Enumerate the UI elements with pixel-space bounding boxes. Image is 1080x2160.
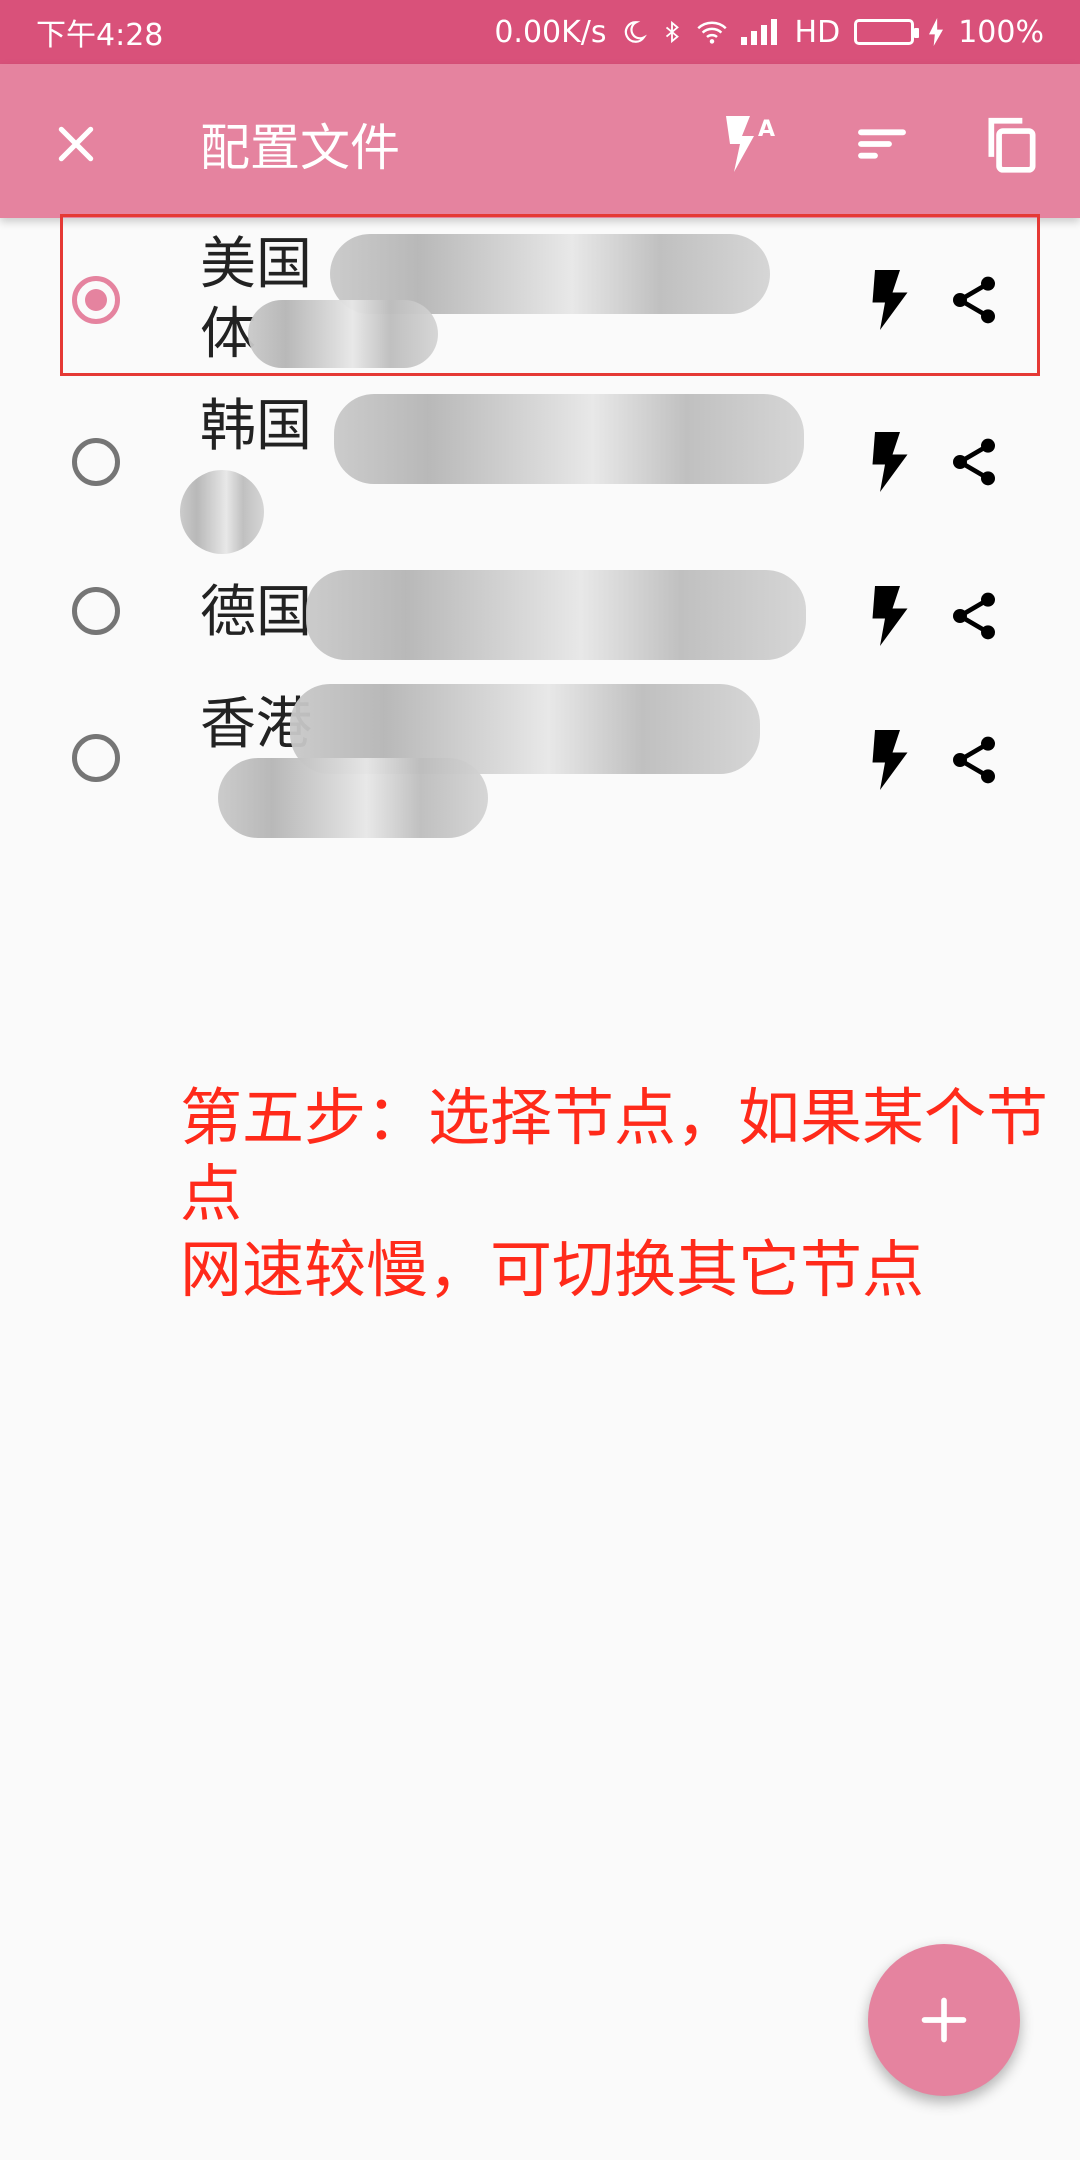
status-time: 下午4:28	[36, 18, 164, 53]
list-item[interactable]: 韩国	[0, 392, 1080, 554]
add-profile-button[interactable]	[868, 1944, 1020, 2096]
highlight-box	[60, 214, 1040, 376]
charging-icon	[928, 18, 944, 46]
moon-icon	[621, 19, 647, 45]
page-title: 配置文件	[200, 119, 400, 177]
plus-icon	[921, 1997, 967, 2043]
close-icon	[58, 126, 94, 162]
radio-unselected[interactable]	[72, 587, 120, 635]
network-speed: 0.00K/s	[494, 14, 607, 50]
app-bar: 配置文件 A	[0, 64, 1080, 218]
share-icon	[953, 736, 995, 784]
battery-icon	[854, 19, 920, 45]
radio-unselected[interactable]	[72, 438, 120, 486]
share-icon	[953, 592, 995, 640]
share-button[interactable]	[944, 581, 1004, 651]
list-item[interactable]: 德国	[0, 570, 1080, 660]
flash-auto-button[interactable]: A	[714, 108, 786, 180]
radio-unselected[interactable]	[72, 734, 120, 782]
test-latency-button[interactable]	[860, 427, 920, 497]
sort-icon	[858, 129, 906, 159]
sort-button[interactable]	[846, 108, 918, 180]
signal-label: HD	[794, 14, 841, 50]
share-button[interactable]	[944, 427, 1004, 497]
flash-icon	[872, 730, 908, 790]
copy-button[interactable]	[976, 108, 1048, 180]
share-button[interactable]	[944, 725, 1004, 795]
svg-text:A: A	[758, 117, 775, 142]
flash-icon	[872, 586, 908, 646]
close-button[interactable]	[44, 112, 108, 176]
annotation-text: 第五步：选择节点，如果某个节点 网速较慢，可切换其它节点	[180, 1081, 1049, 1306]
signal-icon	[740, 19, 781, 45]
test-latency-button[interactable]	[860, 581, 920, 651]
bluetooth-icon	[661, 18, 683, 46]
flash-auto-icon: A	[726, 116, 775, 172]
test-latency-button[interactable]	[860, 725, 920, 795]
copy-icon	[988, 117, 1036, 173]
flash-icon	[872, 432, 908, 492]
list-item[interactable]: 香港	[0, 684, 1080, 838]
share-icon	[953, 438, 995, 486]
status-bar: 下午4:28 0.00K/s HD 100%	[0, 0, 1080, 64]
status-indicators: 0.00K/s HD 100%	[494, 15, 1044, 50]
wifi-icon	[696, 19, 727, 45]
battery-percent: 100%	[958, 14, 1044, 50]
